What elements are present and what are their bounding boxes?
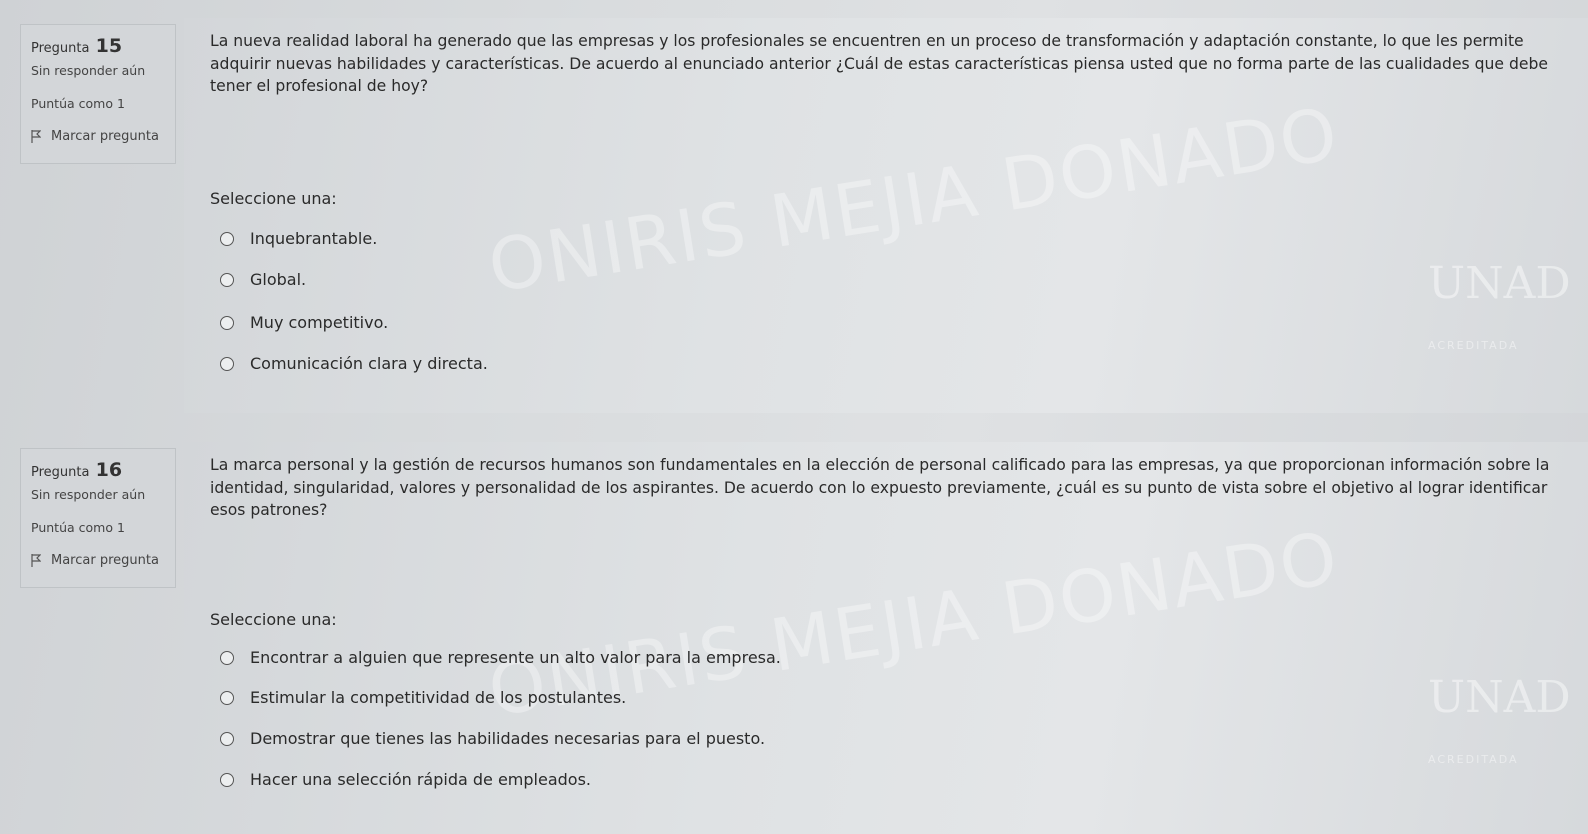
question-score: Puntúa como 1 xyxy=(31,520,125,535)
answer-option[interactable]: Global. xyxy=(220,270,306,289)
question-16: Pregunta 16 Sin responder aún Puntúa com… xyxy=(0,442,1588,834)
answer-option[interactable]: Comunicación clara y directa. xyxy=(220,354,488,373)
radio-button[interactable] xyxy=(220,772,234,787)
select-prompt: Seleccione una: xyxy=(210,189,337,208)
radio-button[interactable] xyxy=(220,731,234,746)
answer-option[interactable]: Encontrar a alguien que represente un al… xyxy=(220,648,781,667)
question-status: Sin responder aún xyxy=(31,487,146,502)
watermark-text: ONIRIS MEJIA DONADO xyxy=(482,91,1345,309)
unad-logo: UNAD ACREDITADA xyxy=(1428,672,1571,766)
answer-option[interactable]: Muy competitivo. xyxy=(220,313,388,332)
question-number: Pregunta 16 xyxy=(31,459,123,481)
question-info-panel: Pregunta 16 Sin responder aún Puntúa com… xyxy=(20,448,176,588)
question-text: La nueva realidad laboral ha generado qu… xyxy=(210,32,1548,95)
answer-option[interactable]: Demostrar que tienes las habilidades nec… xyxy=(220,729,765,748)
unad-logo: UNAD ACREDITADA xyxy=(1428,258,1571,352)
question-score: Puntúa como 1 xyxy=(31,96,125,111)
question-15: Pregunta 15 Sin responder aún Puntúa com… xyxy=(0,18,1588,413)
answer-option[interactable]: Hacer una selección rápida de empleados. xyxy=(220,770,591,789)
flag-icon xyxy=(31,130,41,143)
answer-option[interactable]: Inquebrantable. xyxy=(220,229,377,248)
radio-button[interactable] xyxy=(220,356,234,371)
radio-button[interactable] xyxy=(220,690,234,705)
radio-button[interactable] xyxy=(220,315,234,330)
question-content: La nueva realidad laboral ha generado qu… xyxy=(184,18,1588,413)
answer-option[interactable]: Estimular la competitividad de los postu… xyxy=(220,688,626,707)
question-info-panel: Pregunta 15 Sin responder aún Puntúa com… xyxy=(20,24,176,164)
quiz-page: Pregunta 15 Sin responder aún Puntúa com… xyxy=(0,0,1588,834)
question-text: La marca personal y la gestión de recurs… xyxy=(210,456,1550,519)
radio-button[interactable] xyxy=(220,231,234,246)
question-status: Sin responder aún xyxy=(31,63,146,78)
radio-button[interactable] xyxy=(220,650,234,665)
select-prompt: Seleccione una: xyxy=(210,610,337,629)
question-number: Pregunta 15 xyxy=(31,35,123,57)
question-content: La marca personal y la gestión de recurs… xyxy=(184,442,1588,834)
flag-question-link[interactable]: Marcar pregunta xyxy=(31,129,175,144)
flag-question-link[interactable]: Marcar pregunta xyxy=(31,553,175,568)
radio-button[interactable] xyxy=(220,272,234,287)
flag-icon xyxy=(31,554,41,567)
